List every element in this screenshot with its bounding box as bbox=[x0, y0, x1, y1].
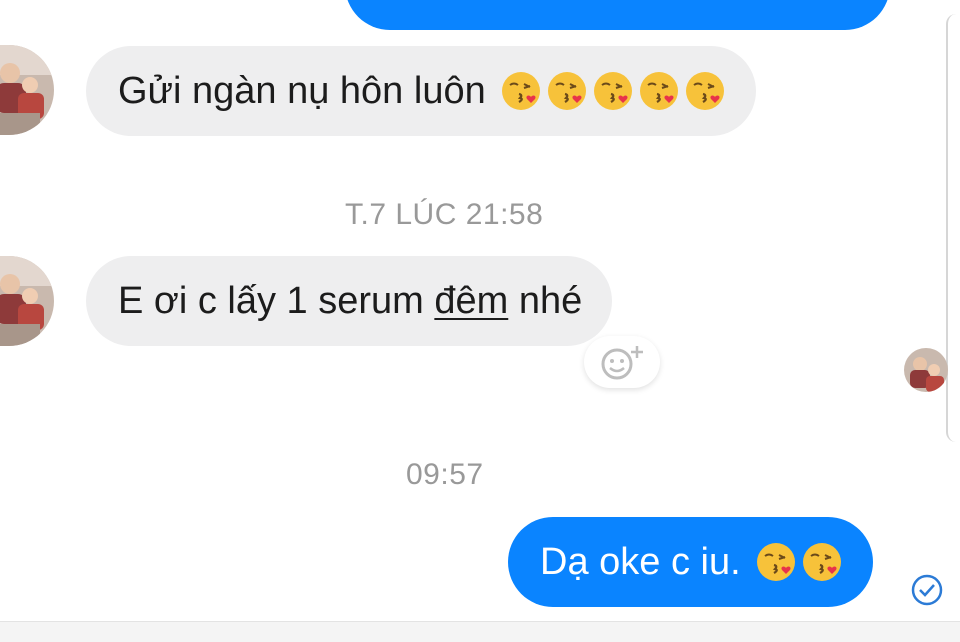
timestamp: T.7 LÚC 21:58 bbox=[345, 198, 544, 231]
face-blowing-kiss-icon bbox=[756, 543, 795, 581]
chat-screen: Gửi ngàn nụ hôn luôn T.7 LÚC 21:58 E ơi … bbox=[0, 0, 960, 642]
message-bubble-outgoing-partial[interactable] bbox=[345, 0, 890, 30]
add-reaction-icon bbox=[601, 346, 643, 380]
emoji-group bbox=[755, 541, 843, 583]
face-blowing-kiss-icon bbox=[639, 72, 678, 110]
message-text: E ơi c lấy 1 serum bbox=[118, 280, 435, 322]
message-text-end: nhé bbox=[508, 280, 583, 322]
message-bubble-incoming[interactable]: E ơi c lấy 1 serum đêm nhé bbox=[86, 256, 613, 346]
face-blowing-kiss-icon bbox=[593, 72, 632, 110]
timestamp: 09:57 bbox=[406, 458, 484, 491]
emoji-group bbox=[500, 70, 726, 112]
face-blowing-kiss-icon bbox=[547, 72, 586, 110]
add-reaction-button[interactable] bbox=[584, 336, 660, 388]
message-text: Gửi ngàn nụ hôn luôn bbox=[118, 70, 486, 112]
side-panel-edge bbox=[946, 14, 960, 442]
contact-avatar[interactable] bbox=[0, 256, 54, 346]
delivered-check-icon bbox=[911, 574, 943, 606]
message-bubble-incoming[interactable]: Gửi ngàn nụ hôn luôn bbox=[86, 46, 756, 136]
message-bubble-outgoing[interactable]: Dạ oke c iu. bbox=[508, 517, 873, 607]
message-text-underlined: đêm bbox=[434, 280, 509, 322]
face-blowing-kiss-icon bbox=[802, 543, 841, 581]
message-text: Dạ oke c iu. bbox=[540, 541, 741, 583]
seen-avatar bbox=[904, 348, 948, 392]
bottom-bar bbox=[0, 621, 960, 642]
contact-avatar[interactable] bbox=[0, 45, 54, 135]
face-blowing-kiss-icon bbox=[501, 72, 540, 110]
face-blowing-kiss-icon bbox=[685, 72, 724, 110]
